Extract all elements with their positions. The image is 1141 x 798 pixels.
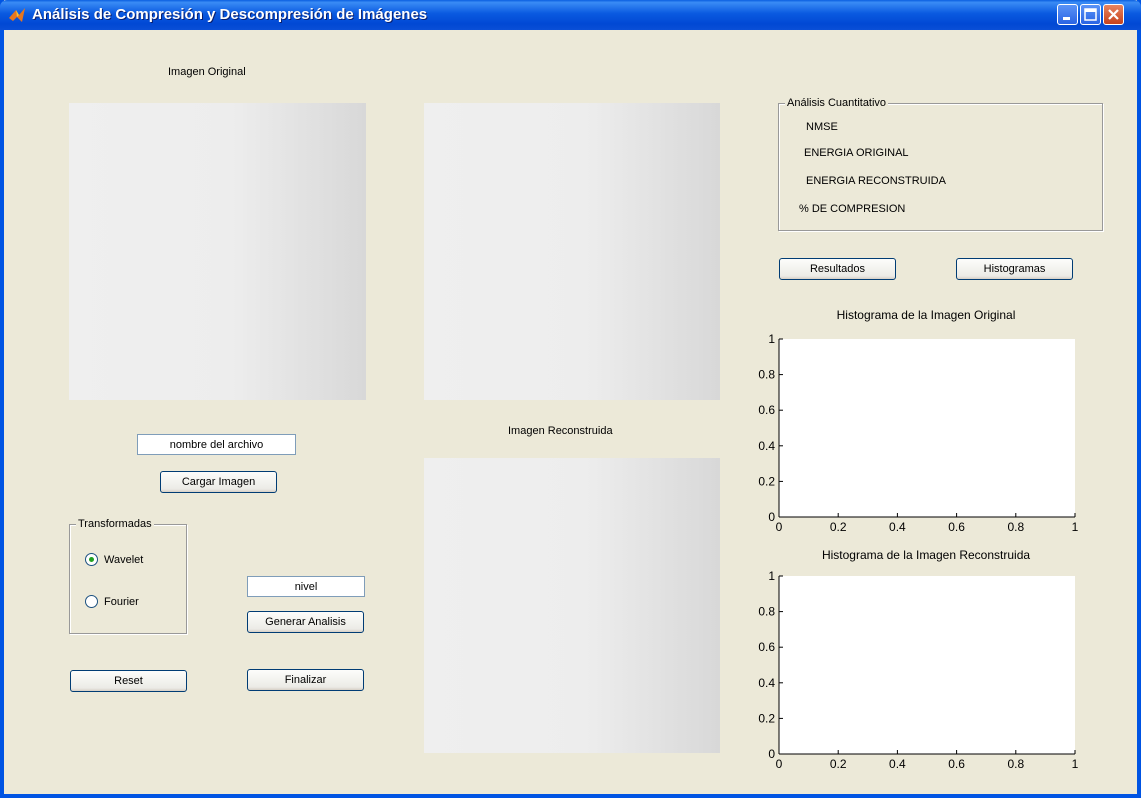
transforms-group-title: Transformadas: [76, 518, 154, 530]
quantitative-analysis-title: Análisis Cuantitativo: [785, 97, 889, 109]
finish-button[interactable]: Finalizar: [247, 669, 364, 691]
y-tick-label: 0.6: [758, 403, 775, 417]
filename-input[interactable]: nombre del archivo: [137, 434, 296, 455]
wavelet-label: Wavelet: [104, 553, 144, 566]
y-tick-label: 0: [768, 510, 775, 524]
y-tick-label: 0: [768, 747, 775, 761]
close-button[interactable]: [1103, 4, 1124, 25]
y-tick-label: 1: [768, 569, 775, 583]
reconstructed-energy-label: ENERGIA RECONSTRUIDA: [806, 175, 946, 187]
x-tick-label: 0.8: [1007, 757, 1024, 771]
fourier-label: Fourier: [104, 595, 139, 608]
x-tick-label: 0.8: [1007, 520, 1024, 534]
x-tick-label: 0.4: [889, 757, 906, 771]
y-tick-label: 0.8: [758, 368, 775, 382]
original-histogram-chart: Histograma de la Imagen Original 0 0.2 0.4 0…: [758, 308, 1079, 534]
load-image-button[interactable]: Cargar Imagen: [160, 471, 277, 493]
x-tick-label: 0.2: [830, 520, 847, 534]
nmse-label: NMSE: [806, 121, 838, 133]
maximize-icon: [1084, 8, 1097, 21]
radio-circle: [85, 553, 98, 566]
original-energy-label: ENERGIA ORIGINAL: [804, 147, 909, 159]
y-tick-label: 0.8: [758, 605, 775, 619]
transformed-image-axes: [424, 103, 720, 400]
reset-button[interactable]: Reset: [70, 670, 187, 692]
compression-percent-label: % DE COMPRESION: [799, 203, 906, 215]
x-tick-label: 1: [1072, 520, 1079, 534]
y-tick-label: 0.4: [758, 676, 775, 690]
y-tick-label: 0.4: [758, 439, 775, 453]
x-tick-label: 0.6: [948, 520, 965, 534]
maximize-button[interactable]: [1080, 4, 1101, 25]
generate-analysis-button[interactable]: Generar Analisis: [247, 611, 364, 633]
histograms-button[interactable]: Histogramas: [956, 258, 1073, 280]
y-tick-label: 0.2: [758, 711, 775, 725]
y-tick-label: 1: [768, 332, 775, 346]
chart-title: Histograma de la Imagen Reconstruida: [822, 548, 1030, 562]
reconstructed-image-axes: [424, 458, 720, 753]
x-tick-label: 0.4: [889, 520, 906, 534]
original-image-axes: [69, 103, 366, 400]
reconstructed-histogram-chart: Histograma de la Imagen Reconstruida 0 0.2…: [758, 548, 1079, 771]
wavelet-radio[interactable]: Wavelet: [85, 553, 143, 566]
level-input[interactable]: nivel: [247, 576, 365, 597]
x-tick-label: 1: [1072, 757, 1079, 771]
chart-title: Histograma de la Imagen Original: [837, 308, 1016, 322]
window-title: Análisis de Compresión y Descompresión d…: [32, 6, 428, 23]
close-icon: [1108, 9, 1119, 20]
y-tick-label: 0.2: [758, 474, 775, 488]
fourier-radio[interactable]: Fourier: [85, 595, 139, 608]
y-tick-label: 0.6: [758, 640, 775, 654]
minimize-icon: [1063, 17, 1070, 20]
results-button[interactable]: Resultados: [779, 258, 896, 280]
minimize-button[interactable]: [1057, 4, 1078, 25]
plot-area: [779, 339, 1075, 517]
x-tick-label: 0.2: [830, 757, 847, 771]
original-image-label: Imagen Original: [168, 66, 246, 78]
matlab-icon: [9, 8, 25, 22]
title-bar[interactable]: Análisis de Compresión y Descompresión d…: [0, 0, 1141, 30]
reconstructed-image-label: Imagen Reconstruida: [508, 425, 613, 437]
x-tick-label: 0: [776, 520, 783, 534]
radio-circle: [85, 595, 98, 608]
radio-selected-dot: [89, 557, 94, 562]
x-tick-label: 0: [776, 757, 783, 771]
transforms-group: Transformadas: [69, 518, 187, 634]
x-tick-label: 0.6: [948, 757, 965, 771]
plot-area: [779, 576, 1075, 754]
